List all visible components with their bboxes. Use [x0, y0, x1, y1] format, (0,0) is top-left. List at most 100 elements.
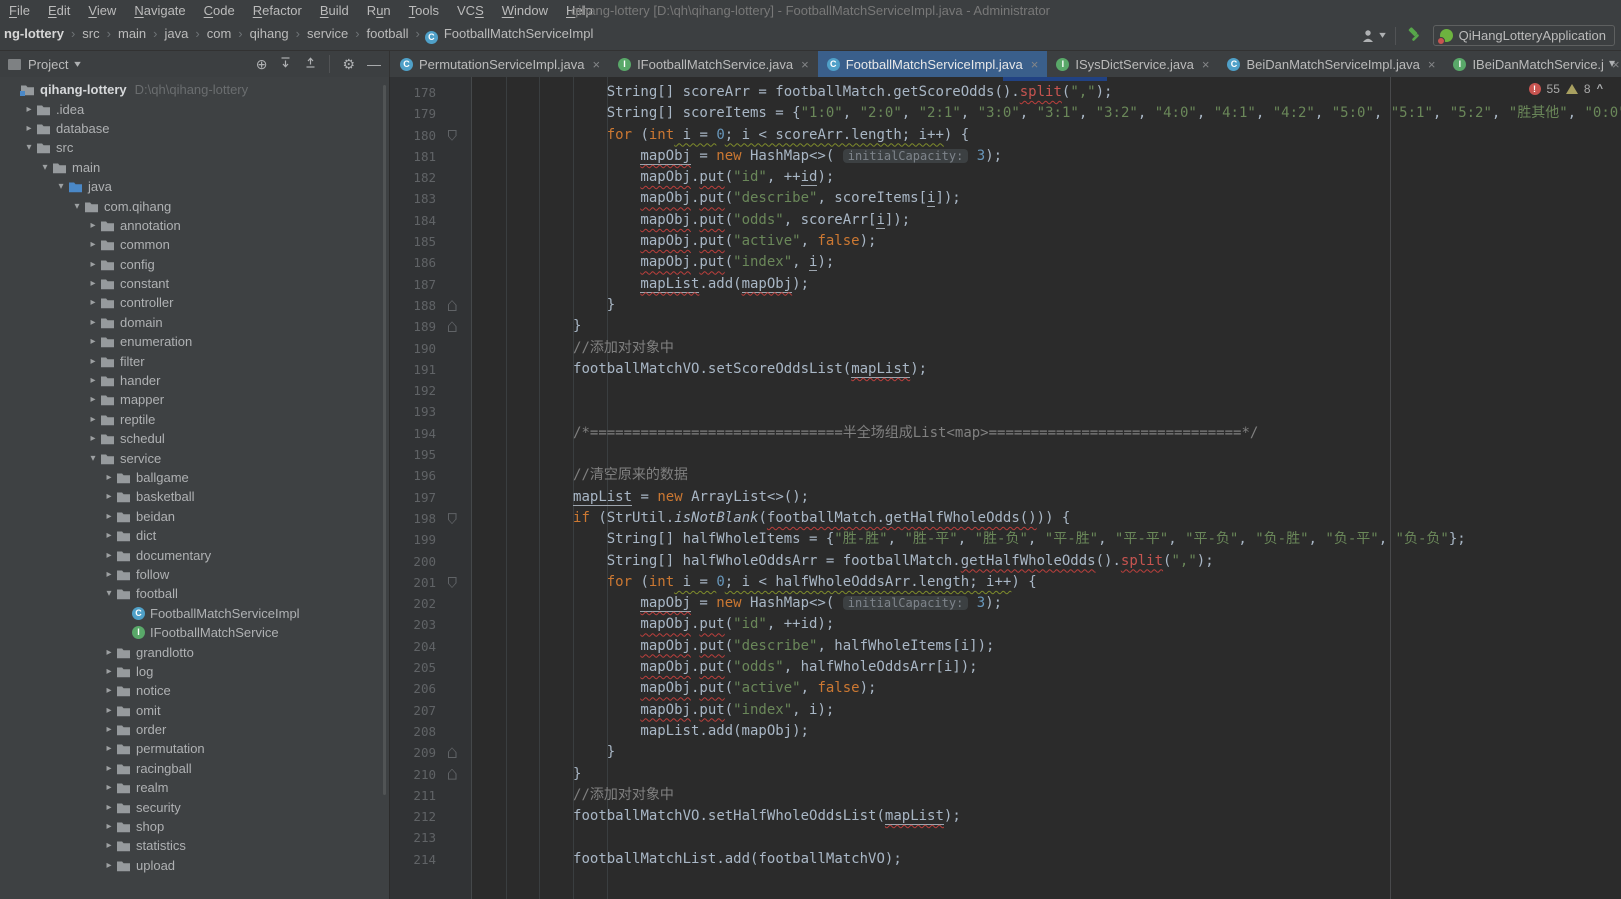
tab-beidanmatchserviceimpl-java[interactable]: CBeiDanMatchServiceImpl.java× — [1218, 51, 1444, 77]
tree-item-constant[interactable]: ▸constant — [0, 274, 389, 293]
line-number[interactable]: 208 — [390, 721, 442, 742]
menu-vcs[interactable]: VCS — [448, 3, 493, 18]
chevron-expanded-icon[interactable]: ▾ — [54, 181, 68, 192]
chevron-collapsed-icon[interactable]: ▸ — [86, 259, 100, 270]
chevron-collapsed-icon[interactable]: ▸ — [86, 375, 100, 386]
fold-marker-icon[interactable] — [442, 295, 462, 316]
chevron-collapsed-icon[interactable]: ▸ — [102, 569, 116, 580]
chevron-collapsed-icon[interactable]: ▸ — [102, 666, 116, 677]
line-number[interactable]: 186 — [390, 252, 442, 273]
tree-item-controller[interactable]: ▸controller — [0, 293, 389, 312]
code-line[interactable]: 201for (int i = 0; i < halfWholeOddsArr.… — [390, 572, 1621, 593]
code-line[interactable]: 189} — [390, 316, 1621, 337]
chevron-collapsed-icon[interactable]: ▸ — [102, 511, 116, 522]
tree-item-database[interactable]: ▸database — [0, 119, 389, 138]
chevron-collapsed-icon[interactable]: ▸ — [86, 220, 100, 231]
line-number[interactable]: 192 — [390, 380, 442, 401]
chevron-collapsed-icon[interactable]: ▸ — [102, 743, 116, 754]
code-line[interactable]: 214footballMatchList.add(footballMatchVO… — [390, 849, 1621, 870]
fold-close-icon[interactable] — [448, 321, 457, 332]
tree-item-racingball[interactable]: ▸racingball — [0, 759, 389, 778]
tree-item-notice[interactable]: ▸notice — [0, 681, 389, 700]
vcs-user-icon[interactable]: ▾ — [1361, 29, 1385, 43]
breadcrumb-item-java[interactable]: java — [163, 26, 191, 41]
fold-marker-icon[interactable] — [442, 508, 462, 529]
chevron-expanded-icon[interactable]: ▾ — [86, 453, 100, 464]
chevron-collapsed-icon[interactable]: ▸ — [86, 317, 100, 328]
tree-item-omit[interactable]: ▸omit — [0, 701, 389, 720]
chevron-collapsed-icon[interactable]: ▸ — [102, 840, 116, 851]
close-icon[interactable]: × — [1428, 57, 1436, 72]
tree-item-qihang-lottery[interactable]: qihang-lotteryD:\qh\qihang-lottery — [0, 80, 389, 99]
chevron-expanded-icon[interactable]: ▾ — [22, 142, 36, 153]
line-number[interactable]: 180 — [390, 125, 442, 146]
code-line[interactable]: 203mapObj.put("id", ++id); — [390, 614, 1621, 635]
line-number[interactable]: 196 — [390, 465, 442, 486]
hide-panel-icon[interactable]: — — [367, 57, 381, 71]
breadcrumb-item-footballmatchserviceimpl[interactable]: FootballMatchServiceImpl — [442, 26, 596, 41]
code-line[interactable]: 198if (StrUtil.isNotBlank(footballMatch.… — [390, 508, 1621, 529]
menu-view[interactable]: View — [79, 3, 125, 18]
tree-item-shop[interactable]: ▸shop — [0, 817, 389, 836]
code-line[interactable]: 186mapObj.put("index", i); — [390, 252, 1621, 273]
fold-marker-icon[interactable] — [442, 125, 462, 146]
tree-item-ifootballmatchservice[interactable]: IIFootballMatchService — [0, 623, 389, 642]
tab-permutationserviceimpl-java[interactable]: CPermutationServiceImpl.java× — [391, 51, 609, 77]
chevron-collapsed-icon[interactable]: ▸ — [86, 433, 100, 444]
collapse-all-icon[interactable] — [304, 56, 317, 72]
tree-item-common[interactable]: ▸common — [0, 235, 389, 254]
close-icon[interactable]: × — [1031, 57, 1039, 72]
code-line[interactable]: 183mapObj.put("describe", scoreItems[i])… — [390, 188, 1621, 209]
tree-item-hander[interactable]: ▸hander — [0, 371, 389, 390]
code-line[interactable]: 206mapObj.put("active", false); — [390, 678, 1621, 699]
breadcrumb-item-football[interactable]: football — [365, 26, 411, 41]
line-number[interactable]: 212 — [390, 806, 442, 827]
chevron-collapsed-icon[interactable]: ▸ — [86, 414, 100, 425]
chevron-collapsed-icon[interactable]: ▸ — [86, 239, 100, 250]
chevron-collapsed-icon[interactable]: ▸ — [86, 297, 100, 308]
line-number[interactable]: 214 — [390, 849, 442, 870]
line-number[interactable]: 188 — [390, 295, 442, 316]
code-line[interactable]: 185mapObj.put("active", false); — [390, 231, 1621, 252]
tree-item-basketball[interactable]: ▸basketball — [0, 487, 389, 506]
line-number[interactable]: 182 — [390, 167, 442, 188]
tree-item-annotation[interactable]: ▸annotation — [0, 216, 389, 235]
code-line[interactable]: 208mapList.add(mapObj); — [390, 721, 1621, 742]
line-number[interactable]: 207 — [390, 700, 442, 721]
fold-close-icon[interactable] — [448, 769, 457, 780]
tree-item-grandlotto[interactable]: ▸grandlotto — [0, 642, 389, 661]
chevron-collapsed-icon[interactable]: ▸ — [86, 356, 100, 367]
line-number[interactable]: 179 — [390, 103, 442, 124]
chevron-collapsed-icon[interactable]: ▸ — [22, 104, 36, 115]
tree-item-enumeration[interactable]: ▸enumeration — [0, 332, 389, 351]
line-number[interactable]: 210 — [390, 764, 442, 785]
menu-build[interactable]: Build — [311, 3, 358, 18]
tab-footballmatchserviceimpl-java[interactable]: CFootballMatchServiceImpl.java× — [818, 51, 1048, 77]
tree-item-main[interactable]: ▾main — [0, 158, 389, 177]
line-number[interactable]: 178 — [390, 82, 442, 103]
inspections-widget[interactable]: ! 55 8 ^ — [1529, 82, 1603, 96]
code-line[interactable]: 205mapObj.put("odds", halfWholeOddsArr[i… — [390, 657, 1621, 678]
tree-item-football[interactable]: ▾football — [0, 584, 389, 603]
code-line[interactable]: 192 — [390, 380, 1621, 401]
menu-refactor[interactable]: Refactor — [244, 3, 311, 18]
close-icon[interactable]: × — [592, 57, 600, 72]
menu-window[interactable]: Window — [493, 3, 557, 18]
settings-gear-icon[interactable]: ⚙ — [342, 57, 355, 71]
line-number[interactable]: 197 — [390, 487, 442, 508]
chevron-collapsed-icon[interactable]: ▸ — [102, 647, 116, 658]
tree-item-footballmatchserviceimpl[interactable]: CFootballMatchServiceImpl — [0, 604, 389, 623]
code-editor[interactable]: 178String[] scoreArr = footballMatch.get… — [390, 77, 1621, 899]
menu-navigate[interactable]: Navigate — [125, 3, 194, 18]
code-line[interactable]: 207mapObj.put("index", i); — [390, 700, 1621, 721]
line-number[interactable]: 191 — [390, 359, 442, 380]
tree-item-dict[interactable]: ▸dict — [0, 526, 389, 545]
code-line[interactable]: 181mapObj = new HashMap<>( initialCapaci… — [390, 146, 1621, 167]
chevron-collapsed-icon[interactable]: ▸ — [86, 278, 100, 289]
line-number[interactable]: 202 — [390, 593, 442, 614]
chevron-collapsed-icon[interactable]: ▸ — [86, 394, 100, 405]
chevron-expanded-icon[interactable]: ▾ — [38, 162, 52, 173]
build-hammer-icon[interactable] — [1406, 26, 1423, 46]
tab-ifootballmatchservice-java[interactable]: IIFootballMatchService.java× — [609, 51, 818, 77]
tree-item-ballgame[interactable]: ▸ballgame — [0, 468, 389, 487]
